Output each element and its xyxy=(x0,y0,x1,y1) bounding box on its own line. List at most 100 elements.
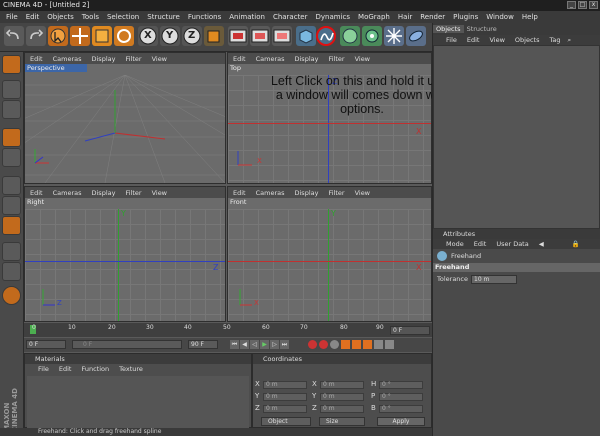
maximize-button[interactable]: □ xyxy=(578,1,587,9)
size-mode-select[interactable]: Size xyxy=(319,417,365,426)
go-to-start-icon[interactable]: ⏮ xyxy=(230,340,239,349)
back-arrow-icon[interactable]: ◀ xyxy=(534,240,549,248)
prev-key-icon[interactable]: ◀ xyxy=(240,340,249,349)
spline-tools-icon[interactable] xyxy=(316,26,336,46)
next-frame-icon[interactable]: ▷ xyxy=(270,340,279,349)
front-viewport[interactable]: Edit Cameras Display Filter View Front X… xyxy=(227,186,432,322)
tolerance-field[interactable]: 10 m xyxy=(471,274,517,284)
menu-animation[interactable]: Animation xyxy=(225,13,269,21)
vp-menu-display[interactable]: Display xyxy=(87,189,121,197)
points-tool-icon[interactable] xyxy=(2,148,21,167)
current-frame-field[interactable]: 0 F xyxy=(390,326,430,335)
attr-menu-userdata[interactable]: User Data xyxy=(491,240,533,248)
enable-snapping-icon[interactable] xyxy=(2,242,21,261)
start-frame-field[interactable]: 0 F xyxy=(26,340,66,349)
vp-menu-edit[interactable]: Edit xyxy=(228,189,251,197)
rot-h-field[interactable]: 0 ° xyxy=(379,381,423,389)
z-axis-lock-button[interactable]: Z xyxy=(182,26,202,46)
right-viewport[interactable]: Edit Cameras Display Filter View Right Z… xyxy=(24,186,226,322)
timeline-ruler[interactable]: 0 10 20 30 40 50 60 70 80 90 0 F xyxy=(24,323,432,337)
mat-menu-file[interactable]: File xyxy=(33,365,54,373)
vp-menu-cameras[interactable]: Cameras xyxy=(48,189,87,197)
vp-menu-display[interactable]: Display xyxy=(87,55,121,63)
move-icon[interactable] xyxy=(70,26,90,46)
materials-list[interactable] xyxy=(27,376,249,428)
x-axis-lock-button[interactable]: X xyxy=(138,26,158,46)
vp-menu-edit[interactable]: Edit xyxy=(25,189,48,197)
objects-menu-view[interactable]: View xyxy=(484,36,509,44)
attributes-tab[interactable]: Attributes xyxy=(433,229,600,239)
prev-frame-icon[interactable]: ◁ xyxy=(250,340,259,349)
objects-menu-edit[interactable]: Edit xyxy=(462,36,485,44)
scale-key-icon[interactable] xyxy=(352,340,361,349)
scene-objects-icon[interactable] xyxy=(384,26,404,46)
mat-menu-texture[interactable]: Texture xyxy=(114,365,148,373)
attr-menu-edit[interactable]: Edit xyxy=(469,240,492,248)
pos-x-field[interactable]: 0 m xyxy=(263,381,307,389)
vp-menu-filter[interactable]: Filter xyxy=(120,55,146,63)
vp-menu-view[interactable]: View xyxy=(147,55,172,63)
vp-menu-view[interactable]: View xyxy=(350,189,375,197)
tab-structure[interactable]: Structure xyxy=(464,25,500,33)
select-icon[interactable] xyxy=(48,26,68,46)
minimize-button[interactable]: _ xyxy=(567,1,576,9)
autokey-icon[interactable] xyxy=(319,340,328,349)
parameter-key-icon[interactable] xyxy=(374,340,383,349)
size-x-field[interactable]: 0 m xyxy=(320,381,364,389)
tab-objects[interactable]: Objects xyxy=(433,25,464,33)
render-view-icon[interactable] xyxy=(228,26,248,46)
position-key-icon[interactable] xyxy=(341,340,350,349)
keyframe-selection-icon[interactable] xyxy=(330,340,339,349)
menu-render[interactable]: Render xyxy=(416,13,449,21)
vp-menu-display[interactable]: Display xyxy=(290,189,324,197)
use-object-tool-icon[interactable] xyxy=(2,80,21,99)
go-to-end-icon[interactable]: ⏭ xyxy=(280,340,289,349)
menu-selection[interactable]: Selection xyxy=(103,13,143,21)
play-icon[interactable]: ▶ xyxy=(260,340,269,349)
render-settings-icon[interactable] xyxy=(272,26,292,46)
vp-menu-cameras[interactable]: Cameras xyxy=(251,189,290,197)
end-frame-field[interactable]: 90 F xyxy=(188,340,218,349)
undo-icon[interactable] xyxy=(4,26,24,46)
menu-plugins[interactable]: Plugins xyxy=(449,13,482,21)
use-model-tool-icon[interactable] xyxy=(2,55,21,74)
object-manager-list[interactable] xyxy=(433,45,600,229)
menu-edit[interactable]: Edit xyxy=(22,13,44,21)
menu-dynamics[interactable]: Dynamics xyxy=(312,13,355,21)
menu-character[interactable]: Character xyxy=(269,13,312,21)
lock-icon[interactable]: 🔒 xyxy=(567,240,585,248)
scale-icon[interactable] xyxy=(92,26,112,46)
vp-menu-edit[interactable]: Edit xyxy=(25,55,48,63)
edges-tool-icon[interactable] xyxy=(2,176,21,195)
vp-menu-filter[interactable]: Filter xyxy=(120,189,146,197)
pos-y-field[interactable]: 0 m xyxy=(263,393,307,401)
menu-functions[interactable]: Functions xyxy=(184,13,225,21)
apply-button[interactable]: Apply xyxy=(377,417,425,426)
menu-objects[interactable]: Objects xyxy=(43,13,77,21)
vp-menu-cameras[interactable]: Cameras xyxy=(48,55,87,63)
redo-icon[interactable] xyxy=(26,26,46,46)
attr-menu-mode[interactable]: Mode xyxy=(441,240,469,248)
menu-hair[interactable]: Hair xyxy=(394,13,416,21)
render-picture-viewer-icon[interactable] xyxy=(250,26,270,46)
mat-menu-function[interactable]: Function xyxy=(76,365,114,373)
record-key-icon[interactable] xyxy=(308,340,317,349)
objects-menu-file[interactable]: File xyxy=(441,36,462,44)
size-y-field[interactable]: 0 m xyxy=(320,393,364,401)
perspective-viewport[interactable]: Edit Cameras Display Filter View Perspec… xyxy=(24,52,226,184)
sculpting-icon[interactable] xyxy=(2,286,21,305)
y-axis-lock-button[interactable]: Y xyxy=(160,26,180,46)
tweak-mode-icon[interactable] xyxy=(2,216,21,235)
cube-primitive-icon[interactable] xyxy=(296,26,316,46)
menu-tools[interactable]: Tools xyxy=(78,13,103,21)
preview-range-field[interactable]: 0 F xyxy=(72,340,182,349)
rot-p-field[interactable]: 0 ° xyxy=(379,393,423,401)
array-icon[interactable] xyxy=(362,26,382,46)
deformer-icon[interactable] xyxy=(406,26,426,46)
menu-window[interactable]: Window xyxy=(482,13,518,21)
vp-menu-filter[interactable]: Filter xyxy=(323,189,349,197)
vp-menu-view[interactable]: View xyxy=(350,55,375,63)
objects-menu-objects[interactable]: Objects xyxy=(510,36,545,44)
menu-structure[interactable]: Structure xyxy=(143,13,184,21)
rotation-key-icon[interactable] xyxy=(363,340,372,349)
